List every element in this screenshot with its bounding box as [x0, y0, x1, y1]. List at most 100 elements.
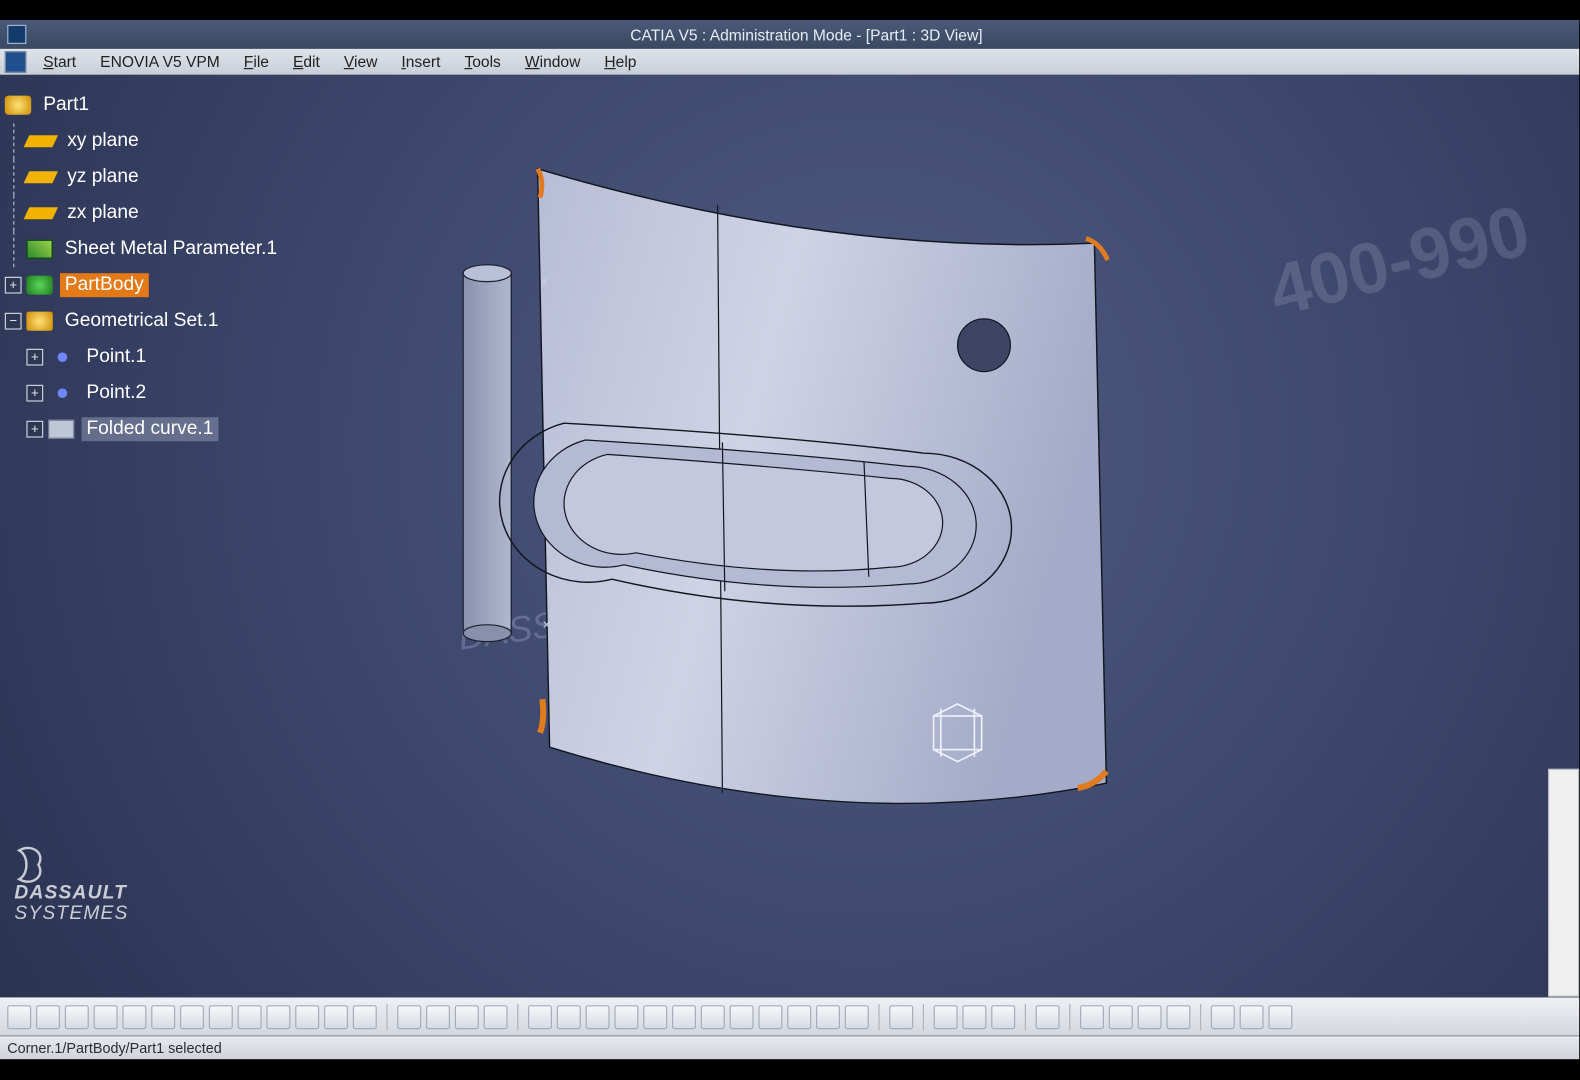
toolbar-look-button[interactable]: [701, 1005, 725, 1029]
toolbar-paint-button[interactable]: [1080, 1005, 1104, 1029]
toolbar-cut-button[interactable]: [122, 1005, 146, 1029]
toolbar-structure-button[interactable]: [484, 1005, 508, 1029]
tree-root-label: Part1: [38, 93, 94, 117]
plane-icon: [24, 135, 58, 147]
status-text: Corner.1/PartBody/Part1 selected: [7, 1039, 222, 1056]
toolbar-light-button[interactable]: [1166, 1005, 1190, 1029]
tree-xy-plane[interactable]: xy plane: [5, 123, 282, 159]
menu-app-icon[interactable]: [5, 51, 27, 73]
tree-geometrical-set[interactable]: − Geometrical Set.1: [5, 303, 282, 339]
toolbar-tree-button[interactable]: [426, 1005, 450, 1029]
toolbar-save-button[interactable]: [65, 1005, 89, 1029]
toolbar-arc-button[interactable]: [528, 1005, 552, 1029]
toolbar-persp-button[interactable]: [758, 1005, 782, 1029]
expand-icon[interactable]: +: [26, 421, 43, 438]
tree-point-2[interactable]: + Point.2: [5, 375, 282, 411]
toolbar-help-button[interactable]: [295, 1005, 319, 1029]
toolbar-shading-button[interactable]: [787, 1005, 811, 1029]
tree-yz-plane[interactable]: yz plane: [5, 159, 282, 195]
bottom-toolbar: [0, 997, 1579, 1035]
body-icon: [26, 276, 52, 295]
toolbar-fit-button[interactable]: [557, 1005, 581, 1029]
toolbar-copy-button[interactable]: [151, 1005, 175, 1029]
expand-icon[interactable]: +: [26, 385, 43, 402]
toolbar-camera-button[interactable]: [1036, 1005, 1060, 1029]
menu-tools[interactable]: Tools: [452, 50, 512, 73]
toolbar-separator: [923, 1003, 924, 1029]
sheet-metal-icon: [26, 240, 52, 259]
part-icon: [5, 96, 31, 115]
menu-file[interactable]: File: [232, 50, 281, 73]
menu-window[interactable]: Window: [513, 50, 593, 73]
point-icon: [58, 388, 68, 398]
toolbar-zoom-in-button[interactable]: [643, 1005, 667, 1029]
toolbar-render-button[interactable]: [1138, 1005, 1162, 1029]
tree-folded-curve[interactable]: + Folded curve.1: [5, 411, 282, 447]
tree-pt1-label: Point.1: [82, 345, 151, 369]
toolbar-separator: [1069, 1003, 1070, 1029]
tree-partbody[interactable]: + PartBody: [5, 267, 282, 303]
toolbar-link-button[interactable]: [962, 1005, 986, 1029]
toolbar-axis-button[interactable]: [1268, 1005, 1292, 1029]
tree-sheet-metal-param[interactable]: Sheet Metal Parameter.1: [5, 231, 282, 267]
rolled-edge: [463, 265, 511, 642]
menu-start[interactable]: Start: [31, 50, 88, 73]
toolbar-lock-button[interactable]: [455, 1005, 479, 1029]
toolbar-new-button[interactable]: [7, 1005, 31, 1029]
tree-pt2-label: Point.2: [82, 381, 151, 405]
menu-edit[interactable]: Edit: [281, 50, 332, 73]
toolbar-globe-button[interactable]: [1211, 1005, 1235, 1029]
toolbar-open-button[interactable]: [36, 1005, 60, 1029]
3d-viewport[interactable]: DASSAULT SYSTEMES | BestWay 400-990: [0, 75, 1579, 997]
menu-insert[interactable]: Insert: [389, 50, 452, 73]
menu-enovia[interactable]: ENOVIA V5 VPM: [88, 50, 232, 73]
toolbar-pan-button[interactable]: [586, 1005, 610, 1029]
tree-zx-plane[interactable]: zx plane: [5, 195, 282, 231]
tree-yz-label: yz plane: [62, 165, 143, 189]
toolbar-zoom-out-button[interactable]: [672, 1005, 696, 1029]
tree-fcurve-label: Folded curve.1: [82, 417, 219, 441]
application-window: CATIA V5 : Administration Mode - [Part1 …: [0, 20, 1579, 1059]
menu-view[interactable]: View: [332, 50, 390, 73]
toolbar-compass-button[interactable]: [889, 1005, 913, 1029]
toolbar-undo-button[interactable]: [209, 1005, 233, 1029]
toolbar-measure-button[interactable]: [934, 1005, 958, 1029]
tree-partbody-label: PartBody: [60, 273, 149, 297]
circular-hole: [958, 319, 1011, 372]
menu-bar: Start ENOVIA V5 VPM File Edit View Inser…: [0, 49, 1579, 75]
gset-icon: [26, 312, 52, 331]
toolbar-map-button[interactable]: [1109, 1005, 1133, 1029]
collapse-icon[interactable]: −: [5, 313, 22, 330]
toolbar-comment-button[interactable]: [353, 1005, 377, 1029]
tree-xy-label: xy plane: [62, 129, 143, 153]
toolbar-hlr-button[interactable]: [816, 1005, 840, 1029]
menu-help[interactable]: Help: [592, 50, 648, 73]
tree-root[interactable]: Part1: [5, 87, 282, 123]
expand-icon[interactable]: +: [5, 277, 22, 294]
expand-icon[interactable]: +: [26, 349, 43, 366]
toolbar-iso-button[interactable]: [730, 1005, 754, 1029]
specification-tree[interactable]: Part1 xy plane yz plane zx plane Sheet M…: [5, 87, 282, 447]
toolbar-formula-button[interactable]: [324, 1005, 348, 1029]
toolbar-what-button[interactable]: [266, 1005, 290, 1029]
toolbar-wire-button[interactable]: [845, 1005, 869, 1029]
toolbar-rotate-button[interactable]: [614, 1005, 638, 1029]
toolbar-paste-button[interactable]: [180, 1005, 204, 1029]
toolbar-apply-button[interactable]: [991, 1005, 1015, 1029]
title-bar[interactable]: CATIA V5 : Administration Mode - [Part1 …: [0, 20, 1579, 49]
corner-3: [540, 699, 543, 733]
toolbar-clock-button[interactable]: [1240, 1005, 1264, 1029]
vendor-branding: DASSAULT SYSTEMES: [14, 846, 128, 925]
app-icon: [7, 25, 26, 44]
marker-x1: ×: [540, 274, 548, 290]
toolbar-table-button[interactable]: [397, 1005, 421, 1029]
toolbar-separator: [878, 1003, 879, 1029]
ds-logo-icon: [14, 846, 48, 884]
tree-point-1[interactable]: + Point.1: [5, 339, 282, 375]
right-docked-panel[interactable]: [1548, 769, 1579, 997]
tree-gset-label: Geometrical Set.1: [60, 309, 223, 333]
toolbar-redo-button[interactable]: [238, 1005, 262, 1029]
branding-line2: SYSTEMES: [14, 905, 128, 925]
marker-x2: ×: [542, 618, 550, 634]
toolbar-print-button[interactable]: [94, 1005, 118, 1029]
